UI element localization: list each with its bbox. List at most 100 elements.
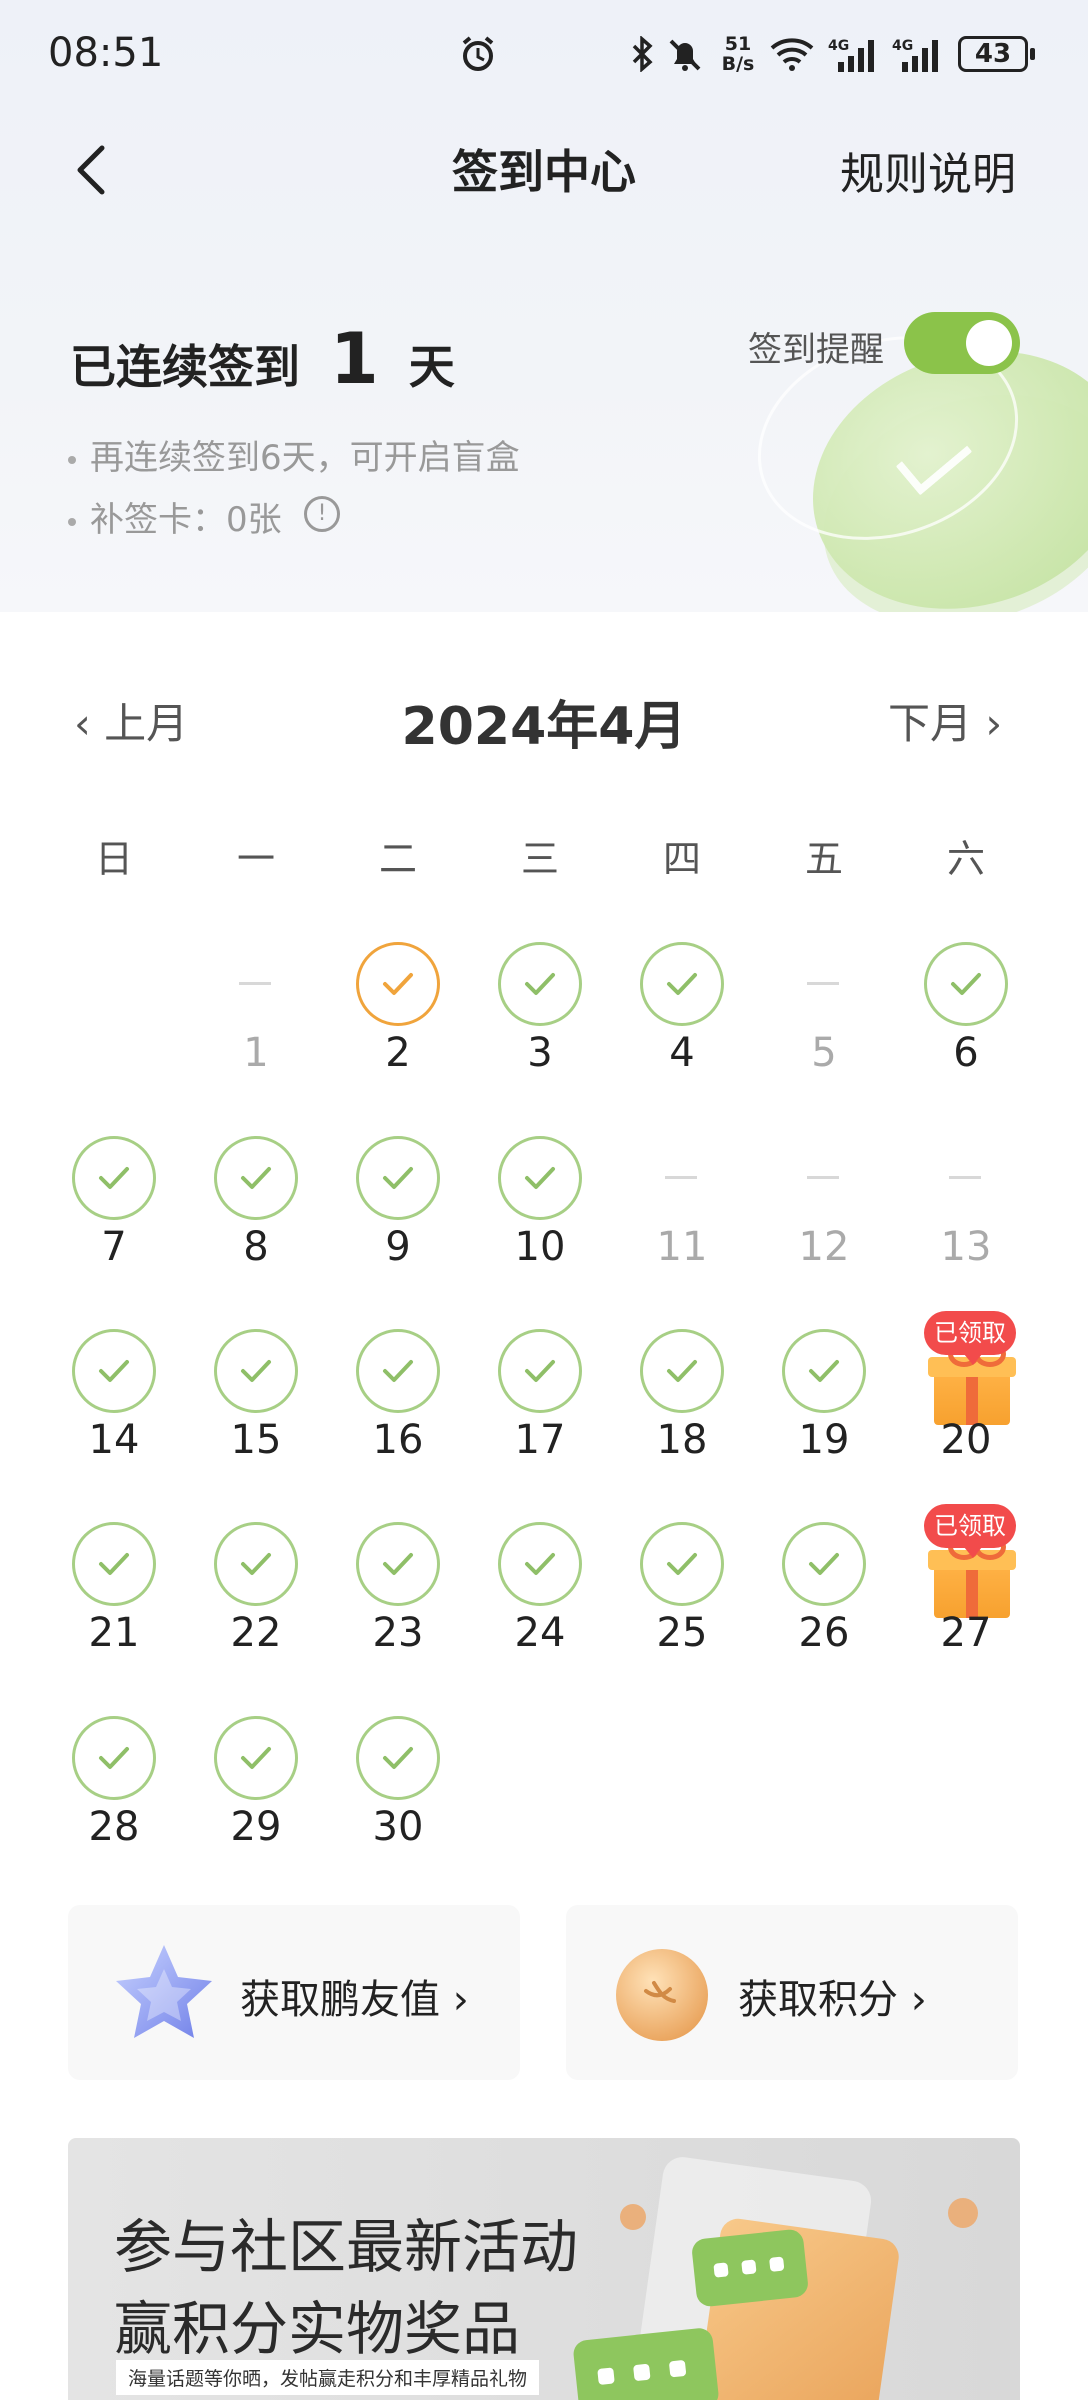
signed-mark — [782, 1329, 866, 1413]
calendar-day[interactable]: 28 — [64, 1716, 164, 1866]
check-icon — [951, 973, 981, 995]
signal-icon: 4G — [828, 36, 880, 78]
calendar-day[interactable]: 29 — [206, 1716, 306, 1866]
makeup-card-count: 补签卡：0张 — [68, 492, 282, 541]
calendar-day[interactable]: 14 — [64, 1329, 164, 1479]
calendar-day[interactable]: 2 — [348, 942, 448, 1092]
calendar-day[interactable]: 25 — [632, 1522, 732, 1672]
signed-mark — [924, 942, 1008, 1026]
calendar-day[interactable]: 6 — [916, 942, 1016, 1092]
day-number: 17 — [514, 1417, 566, 1463]
check-icon — [241, 1553, 271, 1575]
reminder-toggle[interactable] — [904, 312, 1020, 374]
weekday-thu: 四 — [662, 837, 701, 881]
calendar-day[interactable]: 11 — [632, 1136, 732, 1286]
calendar-day[interactable]: 15 — [206, 1329, 306, 1479]
day-number: 3 — [527, 1030, 553, 1076]
check-icon — [667, 1360, 697, 1382]
day-number: 29 — [230, 1804, 282, 1850]
calendar-day[interactable]: 已领取 20 — [916, 1311, 1016, 1479]
weekday-wed: 三 — [520, 837, 559, 881]
day-number: 18 — [656, 1417, 708, 1463]
prev-month-button[interactable]: ‹ 上月 — [74, 690, 188, 751]
check-icon — [99, 1167, 129, 1189]
svg-text:4G: 4G — [892, 38, 913, 54]
community-banner[interactable]: 参与社区最新活动 赢积分实物奖品 海量话题等你晒，发帖赢走积分和丰厚精品礼物 — [68, 2138, 1020, 2400]
calendar-day[interactable]: 8 — [206, 1136, 306, 1286]
get-friend-value-label: 获取鹏友值 › — [240, 1977, 469, 2023]
weekday-tue: 二 — [378, 837, 417, 881]
day-number: 25 — [656, 1610, 708, 1656]
check-icon — [99, 1360, 129, 1382]
signed-mark — [72, 1716, 156, 1800]
signed-mark — [214, 1136, 298, 1220]
gift-icon: 已领取 — [924, 1504, 1016, 1618]
calendar-day[interactable]: 17 — [490, 1329, 590, 1479]
signed-mark — [214, 1522, 298, 1606]
signed-mark — [356, 1136, 440, 1220]
check-icon — [383, 1747, 413, 1769]
check-icon — [667, 973, 697, 995]
calendar-day[interactable]: 19 — [774, 1329, 874, 1479]
check-icon — [383, 973, 413, 995]
bullet-dot — [68, 455, 76, 464]
signed-mark — [214, 1716, 298, 1800]
chevron-right-icon: › — [985, 699, 1003, 748]
calendar-day[interactable]: 21 — [64, 1522, 164, 1672]
info-icon[interactable]: ! — [304, 496, 340, 532]
get-friend-value-card[interactable]: 获取鹏友值 › — [68, 1905, 520, 2080]
calendar-day[interactable]: 13 — [916, 1136, 1016, 1286]
calendar-day[interactable]: 26 — [774, 1522, 874, 1672]
day-number: 9 — [385, 1224, 411, 1270]
calendar-day[interactable]: 4 — [632, 942, 732, 1092]
mute-bell-icon — [666, 36, 704, 78]
calendar-day[interactable]: 已领取 27 — [916, 1504, 1016, 1672]
signed-mark — [356, 1522, 440, 1606]
calendar-day[interactable]: 16 — [348, 1329, 448, 1479]
calendar-day[interactable]: 1 — [206, 942, 306, 1092]
calendar-day[interactable]: 9 — [348, 1136, 448, 1286]
day-number: 10 — [514, 1224, 566, 1270]
star-icon — [116, 1945, 212, 2038]
toggle-knob — [966, 320, 1012, 366]
calendar-day[interactable]: 3 — [490, 942, 590, 1092]
calendar-day[interactable]: 5 — [774, 942, 874, 1092]
wifi-icon — [768, 36, 816, 76]
back-button[interactable] — [64, 140, 124, 200]
day-number: 13 — [940, 1224, 992, 1270]
day-number: 7 — [101, 1224, 127, 1270]
calendar-day[interactable]: 30 — [348, 1716, 448, 1866]
month-title: 2024年4月 — [401, 697, 687, 757]
calendar-day[interactable]: 18 — [632, 1329, 732, 1479]
weekday-fri: 五 — [804, 837, 843, 881]
calendar-day[interactable]: 23 — [348, 1522, 448, 1672]
calendar-day[interactable]: 24 — [490, 1522, 590, 1672]
day-number: 30 — [372, 1804, 424, 1850]
day-number: 2 — [385, 1030, 411, 1076]
get-points-card[interactable]: 获取积分 › — [566, 1905, 1018, 2080]
streak-days: 1 — [330, 318, 379, 400]
signed-mark — [356, 1329, 440, 1413]
signal-icon-2: 4G — [892, 36, 944, 78]
day-number: 14 — [88, 1417, 140, 1463]
signed-mark — [782, 1522, 866, 1606]
day-number: 28 — [88, 1804, 140, 1850]
streak-tip: 再连续签到6天，可开启盲盒 — [68, 430, 520, 479]
empty-mark — [807, 982, 839, 985]
decor-dot — [620, 2204, 646, 2230]
rules-link[interactable]: 规则说明 — [840, 138, 1016, 202]
day-number: 4 — [669, 1030, 695, 1076]
calendar-day[interactable]: 7 — [64, 1136, 164, 1286]
page-title: 签到中心 — [452, 145, 636, 199]
calendar-day[interactable]: 22 — [206, 1522, 306, 1672]
check-icon — [241, 1747, 271, 1769]
calendar-day[interactable]: 12 — [774, 1136, 874, 1286]
next-month-button[interactable]: 下月 › — [888, 690, 1002, 751]
day-number: 1 — [243, 1030, 269, 1076]
signed-mark — [214, 1329, 298, 1413]
signed-mark — [356, 1716, 440, 1800]
empty-mark — [665, 1176, 697, 1179]
calendar-day[interactable]: 10 — [490, 1136, 590, 1286]
day-number: 27 — [940, 1610, 992, 1656]
decor-dot — [948, 2198, 978, 2228]
